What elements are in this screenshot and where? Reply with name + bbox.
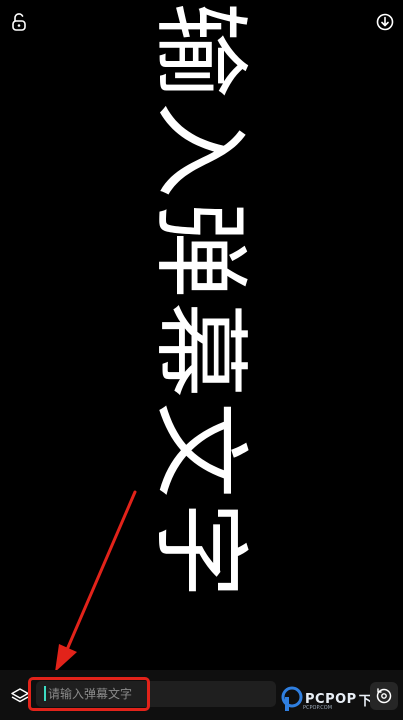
danmaku-char: 字 [144,502,256,598]
watermark-logo: PCPOP 下 PCPOP.COM [281,684,372,714]
lock-icon[interactable] [8,11,30,33]
download-icon[interactable] [374,11,396,33]
annotation-highlight-box [28,677,150,711]
danmaku-preview-text: 输 入 弹 幕 文 字 [144,0,256,610]
camera-switch-icon[interactable] [370,682,398,710]
